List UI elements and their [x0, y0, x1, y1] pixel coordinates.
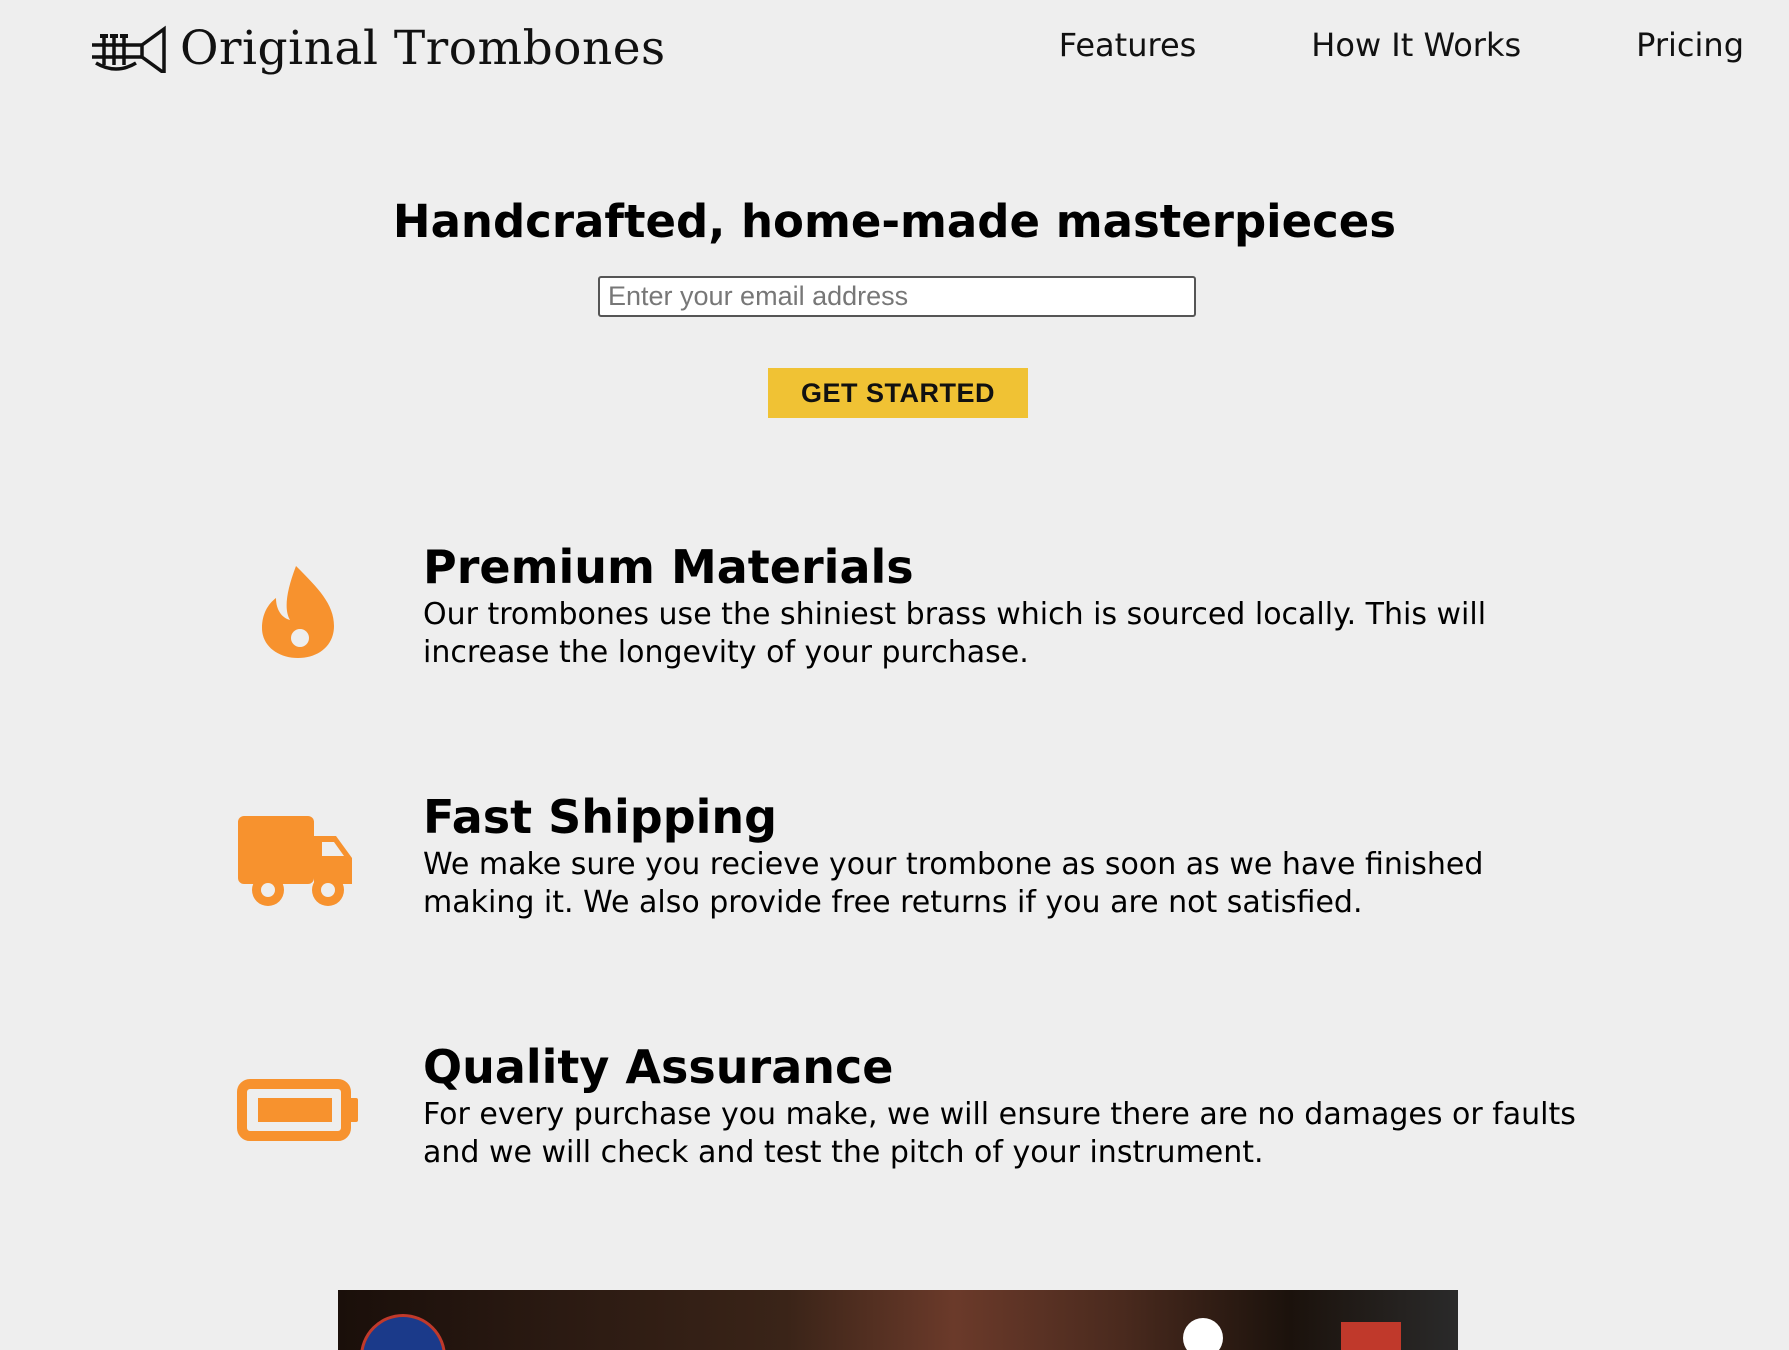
video-embed[interactable]: [338, 1290, 1458, 1350]
feature-quality-assurance: Quality Assurance For every purchase you…: [0, 1040, 1789, 1200]
hero-title: Handcrafted, home-made masterpieces: [392, 195, 1397, 248]
feature-description: We make sure you recieve your trombone a…: [423, 847, 1484, 920]
nav-link-how-it-works[interactable]: How It Works: [1311, 26, 1521, 64]
clock-icon[interactable]: [1183, 1318, 1223, 1350]
battery-icon: [236, 1052, 360, 1162]
email-input[interactable]: [598, 276, 1196, 317]
feature-fast-shipping: Fast Shipping We make sure you recieve y…: [0, 790, 1789, 950]
nav-link-pricing[interactable]: Pricing: [1636, 26, 1744, 64]
channel-avatar[interactable]: [360, 1314, 446, 1350]
fire-icon: [236, 552, 360, 662]
nav-link-features[interactable]: Features: [1059, 26, 1197, 64]
feature-description: Our trombones use the shiniest brass whi…: [423, 597, 1487, 670]
feature-title: Premium Materials: [423, 540, 914, 594]
feature-description: For every purchase you make, we will ens…: [423, 1097, 1576, 1170]
share-icon[interactable]: [1341, 1322, 1401, 1350]
feature-title: Fast Shipping: [423, 790, 778, 844]
main-nav: Features How It Works Pricing: [944, 26, 1744, 64]
trumpet-icon: [90, 23, 168, 77]
feature-title: Quality Assurance: [423, 1040, 894, 1094]
get-started-button[interactable]: GET STARTED: [768, 368, 1028, 418]
logo-text: Original Trombones: [180, 20, 666, 76]
truck-icon: [236, 802, 360, 912]
logo[interactable]: Original Trombones: [90, 16, 666, 80]
site-header: Original Trombones Features How It Works…: [0, 0, 1789, 100]
hero-section: Handcrafted, home-made masterpieces: [0, 195, 1789, 248]
feature-premium-materials: Premium Materials Our trombones use the …: [0, 540, 1789, 700]
